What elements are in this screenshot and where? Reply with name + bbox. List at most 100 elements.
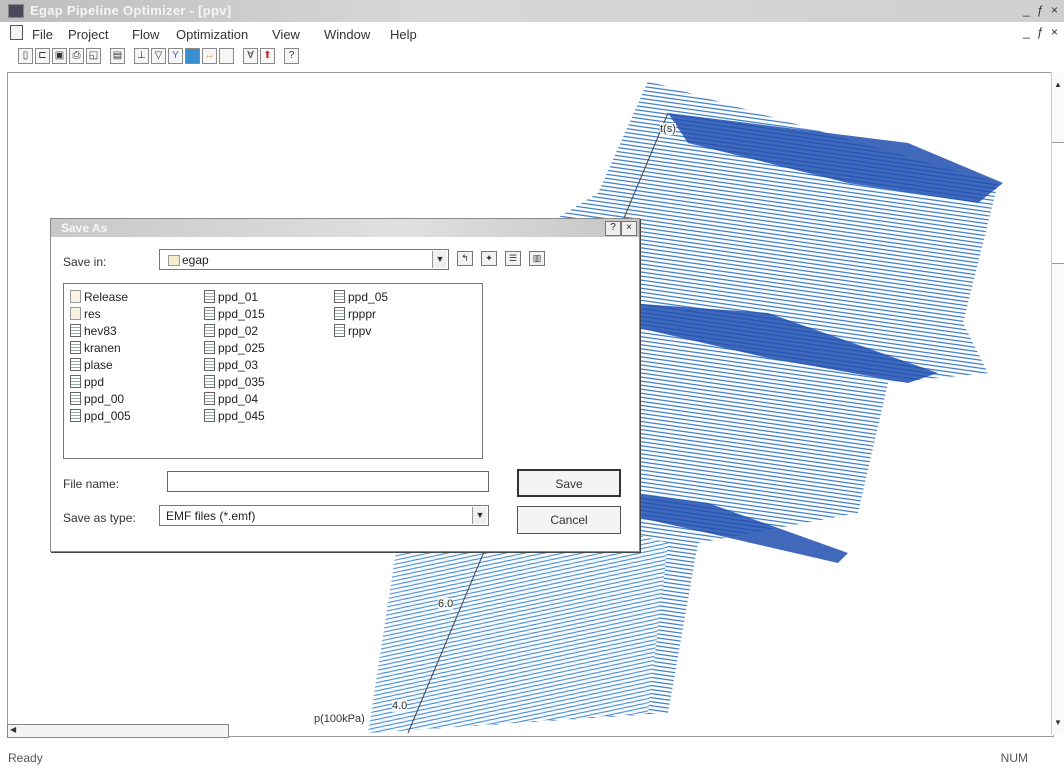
- help-icon[interactable]: ?: [284, 48, 299, 64]
- menu-bar: File Project Flow Optimization View Wind…: [0, 22, 1064, 44]
- up-icon[interactable]: ⬆: [260, 48, 275, 64]
- dialog-title: Save As: [61, 221, 108, 235]
- save-icon[interactable]: ▣: [52, 48, 67, 64]
- menu-window[interactable]: Window: [324, 27, 370, 42]
- menu-help[interactable]: Help: [390, 27, 417, 42]
- status-bar: Ready NUM: [0, 748, 1064, 768]
- flow-icon[interactable]: Y: [168, 48, 183, 64]
- new-icon[interactable]: ▯: [18, 48, 33, 64]
- file-icon: [204, 392, 215, 405]
- list-item[interactable]: ppd_00: [70, 390, 124, 407]
- list-item[interactable]: ppd_045: [204, 407, 265, 424]
- vertical-scrollbar[interactable]: ▲ ▼: [1051, 72, 1064, 735]
- details-view-icon[interactable]: ▥: [529, 251, 545, 266]
- new-folder-icon[interactable]: ✦: [481, 251, 497, 266]
- menu-optimization[interactable]: Optimization: [176, 27, 248, 42]
- chevron-down-icon[interactable]: ▼: [472, 507, 487, 524]
- list-item[interactable]: rppv: [334, 322, 371, 339]
- color-map-icon[interactable]: [185, 48, 200, 64]
- copy-icon[interactable]: ▤: [110, 48, 125, 64]
- menu-view[interactable]: View: [272, 27, 300, 42]
- file-icon: [334, 307, 345, 320]
- list-item[interactable]: ppd_05: [334, 288, 388, 305]
- cancel-button[interactable]: Cancel: [517, 506, 621, 534]
- file-list[interactable]: Release res hev83 kranen plase ppd ppd_0…: [63, 283, 483, 459]
- save-button[interactable]: Save: [517, 469, 621, 497]
- list-item[interactable]: kranen: [70, 339, 121, 356]
- save-in-value: egap: [182, 253, 209, 267]
- save-as-type-dropdown[interactable]: EMF files (*.emf) ▼: [159, 505, 489, 526]
- list-item[interactable]: plase: [70, 356, 113, 373]
- print-preview-icon[interactable]: ◱: [86, 48, 101, 64]
- window-title: Egap Pipeline Optimizer - [ppv]: [30, 3, 232, 18]
- list-view-icon[interactable]: ☰: [505, 251, 521, 266]
- file-icon: [334, 324, 345, 337]
- mdi-window-controls[interactable]: _ ƒ ×: [1023, 25, 1060, 39]
- app-icon: [8, 4, 24, 18]
- document-icon[interactable]: [10, 25, 23, 40]
- file-icon: [204, 409, 215, 422]
- file-icon: [334, 290, 345, 303]
- chevron-down-icon[interactable]: ▼: [432, 251, 447, 268]
- up-one-level-icon[interactable]: ↰: [457, 251, 473, 266]
- file-icon: [70, 341, 81, 354]
- file-icon: [204, 290, 215, 303]
- file-name-input[interactable]: [167, 471, 489, 492]
- list-item[interactable]: ppd_035: [204, 373, 265, 390]
- project-icon[interactable]: ⊥: [134, 48, 149, 64]
- filter-icon[interactable]: ▽: [151, 48, 166, 64]
- scroll-left-icon[interactable]: ◀: [10, 725, 16, 734]
- list-item[interactable]: ppd_04: [204, 390, 258, 407]
- folder-icon: [168, 255, 180, 266]
- num-lock-indicator: NUM: [1000, 751, 1028, 765]
- file-icon: [70, 409, 81, 422]
- save-as-dialog: Save As ? × Save in: egap ▼ ↰ ✦ ☰ ▥ Rele…: [50, 218, 640, 552]
- status-text: Ready: [8, 751, 43, 765]
- folder-icon: [70, 290, 81, 303]
- print-icon[interactable]: ⎙: [69, 48, 84, 64]
- list-item[interactable]: Release: [70, 288, 128, 305]
- list-item[interactable]: res: [70, 305, 101, 322]
- menu-flow[interactable]: Flow: [132, 27, 159, 42]
- optimize-icon[interactable]: ∀: [243, 48, 258, 64]
- file-icon: [204, 341, 215, 354]
- menu-file[interactable]: File: [32, 27, 53, 42]
- list-item[interactable]: ppd_025: [204, 339, 265, 356]
- list-item[interactable]: ppd_015: [204, 305, 265, 322]
- save-as-type-label: Save as type:: [63, 511, 136, 525]
- scroll-thumb[interactable]: [1052, 142, 1064, 264]
- window-controls[interactable]: _ ƒ ×: [1023, 3, 1060, 17]
- blank-icon[interactable]: [219, 48, 234, 64]
- list-item[interactable]: hev83: [70, 322, 117, 339]
- plot-tick-6: 6.0: [438, 598, 454, 610]
- plot-label-time: t(s): [660, 123, 676, 135]
- horizontal-scrollbar[interactable]: ◀: [7, 724, 229, 738]
- dialog-title-bar: Save As ? ×: [51, 219, 639, 237]
- folder-icon: [70, 307, 81, 320]
- list-item[interactable]: ppd: [70, 373, 104, 390]
- pump-icon[interactable]: ↔: [202, 48, 217, 64]
- open-icon[interactable]: ⊏: [35, 48, 50, 64]
- list-item[interactable]: ppd_02: [204, 322, 258, 339]
- title-bar: Egap Pipeline Optimizer - [ppv] _ ƒ ×: [0, 0, 1064, 22]
- list-item[interactable]: ppd_005: [70, 407, 131, 424]
- menu-project[interactable]: Project: [68, 27, 108, 42]
- scroll-down-icon[interactable]: ▼: [1054, 718, 1062, 727]
- file-icon: [204, 375, 215, 388]
- list-item[interactable]: ppd_01: [204, 288, 258, 305]
- save-in-dropdown[interactable]: egap ▼: [159, 249, 449, 270]
- help-icon-button[interactable]: ?: [605, 221, 621, 236]
- close-icon-button[interactable]: ×: [621, 221, 637, 236]
- plot-axis-label: p(100kPa): [314, 713, 365, 725]
- save-in-label: Save in:: [63, 255, 107, 269]
- scroll-up-icon[interactable]: ▲: [1054, 80, 1062, 89]
- list-item[interactable]: ppd_03: [204, 356, 258, 373]
- file-icon: [70, 375, 81, 388]
- save-as-type-value: EMF files (*.emf): [166, 509, 256, 523]
- file-icon: [204, 358, 215, 371]
- file-icon: [70, 358, 81, 371]
- toolbar: ▯ ⊏ ▣ ⎙ ◱ ▤ ⊥ ▽ Y ↔ ∀ ⬆ ?: [0, 44, 1064, 70]
- file-icon: [70, 392, 81, 405]
- file-icon: [70, 324, 81, 337]
- list-item[interactable]: rpppr: [334, 305, 376, 322]
